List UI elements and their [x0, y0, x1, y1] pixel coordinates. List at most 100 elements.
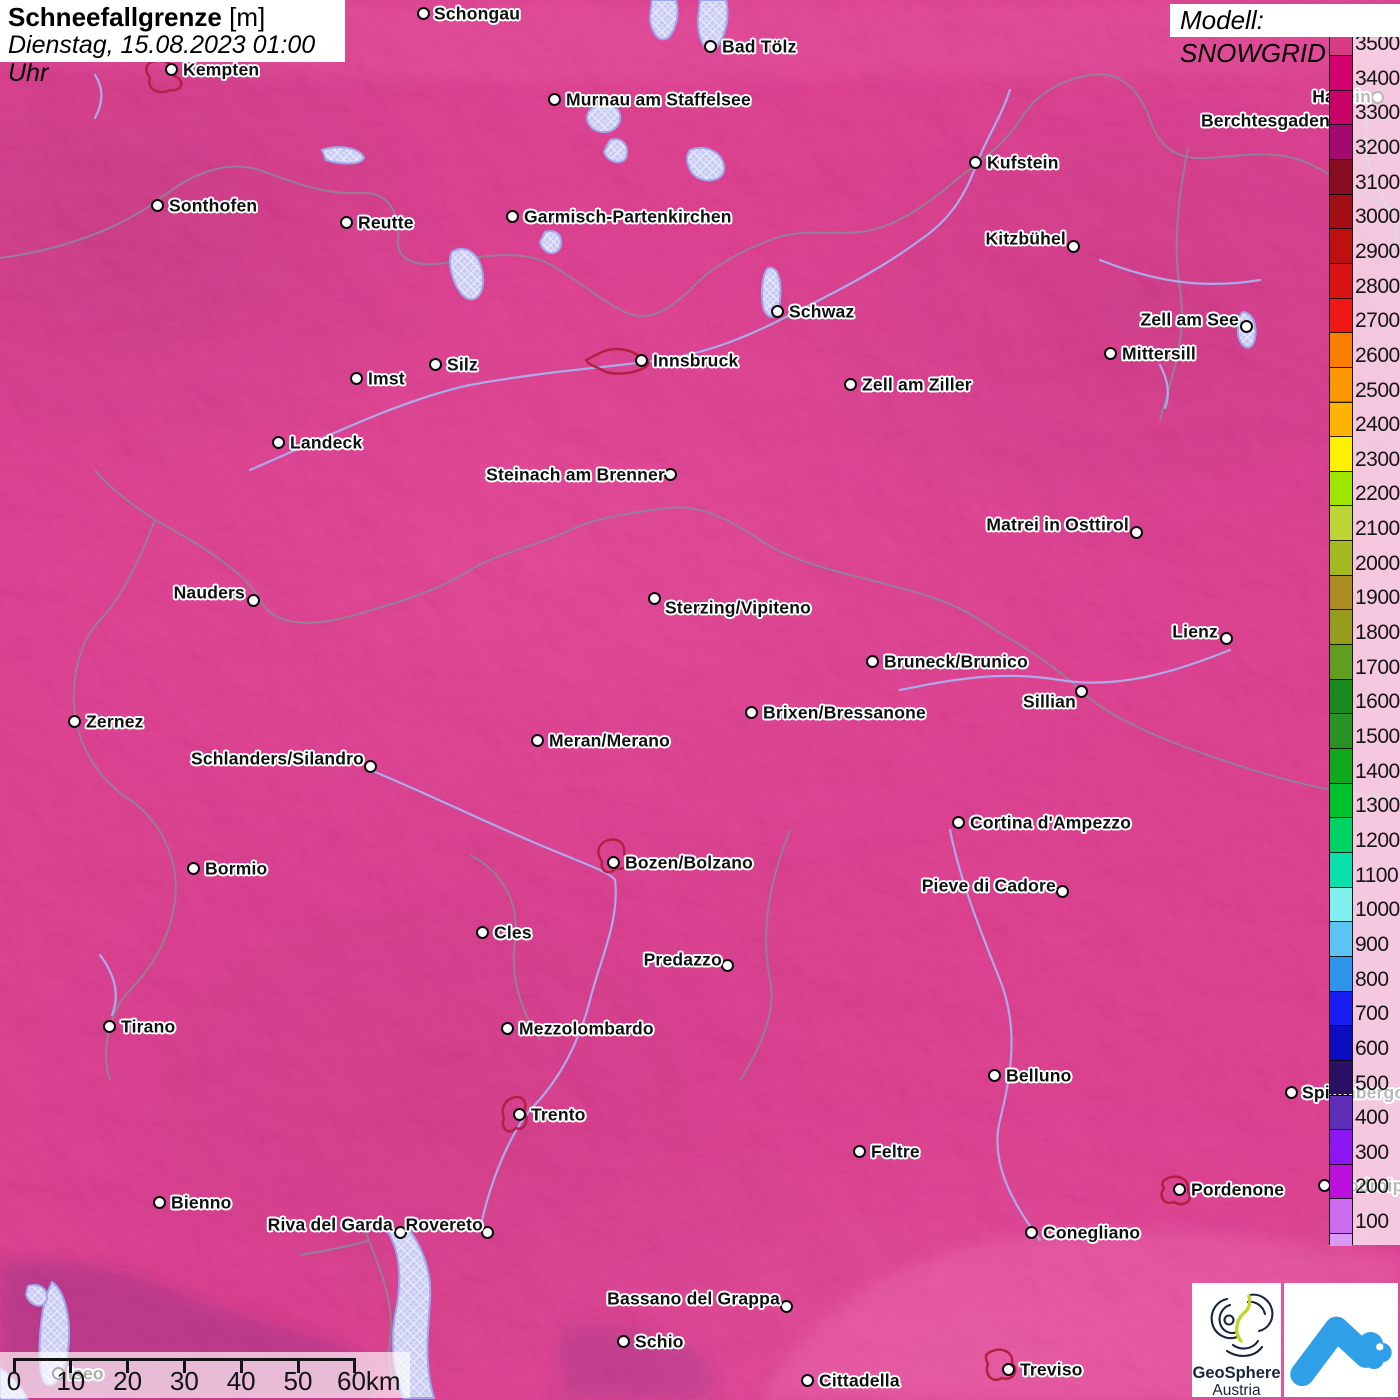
city-dot [364, 760, 377, 773]
city-dot [187, 862, 200, 875]
city-label: Sillian [1023, 691, 1076, 712]
scalebar-label: 50 [283, 1366, 313, 1396]
partner-logo-box [1284, 1283, 1398, 1397]
city-dot [1240, 320, 1253, 333]
legend-segment [1330, 817, 1352, 852]
city-label: Bormio [205, 858, 268, 879]
legend-segment [1330, 713, 1352, 748]
city-label: Kufstein [987, 152, 1059, 173]
city-label: Nauders [173, 582, 245, 603]
city-dot [771, 305, 784, 318]
page-title: Schneefallgrenze [m] [8, 2, 266, 32]
legend-tick-label: 1100 [1355, 863, 1399, 887]
city-dot [417, 7, 430, 20]
legend-segment [1330, 158, 1352, 194]
city-dot [1130, 526, 1143, 539]
city-dot [664, 468, 677, 481]
legend-tick-label: 2100 [1355, 517, 1400, 541]
city-label: Kitzbühel [985, 228, 1066, 249]
city-dot [607, 856, 620, 869]
legend-tick-label: 1300 [1355, 794, 1400, 818]
city-dot [1104, 347, 1117, 360]
title-unit: [m] [229, 2, 266, 32]
scalebar-label: 40 [226, 1366, 256, 1396]
legend-segment [1330, 228, 1352, 263]
city-dot [969, 156, 982, 169]
legend-tick-label: 3200 [1355, 135, 1400, 159]
legend-segment [1330, 262, 1352, 298]
city-dot [103, 1020, 116, 1033]
legend-tick-label: 2400 [1355, 413, 1400, 437]
legend-tick-label: 1700 [1355, 655, 1400, 679]
city-label: Garmisch-Partenkirchen [524, 206, 732, 227]
legend-segment [1330, 37, 1352, 55]
city-dot [1285, 1086, 1298, 1099]
city-label: Pordenone [1191, 1179, 1285, 1200]
title-datetime: Dienstag, 15.08.2023 01:00 Uhr [8, 31, 316, 87]
legend-tick-label: 3400 [1355, 66, 1400, 90]
city-dot [151, 199, 164, 212]
legend-segment [1330, 540, 1352, 575]
legend-segment [1330, 89, 1352, 125]
legend-tick-label: 1500 [1355, 725, 1400, 748]
city-dot [513, 1108, 526, 1121]
legend-tick-label: 700 [1355, 1002, 1389, 1026]
scalebar-label: 60km [337, 1366, 401, 1396]
legend-segment [1330, 505, 1352, 541]
legend-segment [1330, 574, 1352, 610]
legend-tick-label: 1600 [1355, 690, 1400, 714]
legend-segment [1330, 401, 1352, 437]
city-label: Bad Tölz [722, 36, 797, 57]
city-label: Bruneck/Brunico [884, 651, 1028, 672]
city-label: Matrei in Osttirol [986, 514, 1129, 535]
city-dot [1067, 240, 1080, 253]
legend-tick-label: 800 [1355, 967, 1389, 991]
legend-segment [1330, 609, 1352, 645]
legend-segment [1330, 124, 1352, 159]
city-dot [952, 816, 965, 829]
city-label: Berchtesgaden [1200, 110, 1330, 131]
city-label: Treviso [1020, 1359, 1083, 1380]
city-dot [745, 706, 758, 719]
city-label: Innsbruck [653, 350, 739, 371]
city-dot [721, 959, 734, 972]
city-label: Bassano del Grappa [607, 1288, 780, 1309]
city-label: Sonthofen [169, 195, 258, 216]
city-dot [648, 592, 661, 605]
city-label: Bienno [171, 1192, 232, 1213]
city-dot [1075, 685, 1088, 698]
legend-segment [1330, 1198, 1352, 1234]
city-label: Landeck [290, 432, 363, 453]
legend-tick-label: 200 [1355, 1175, 1389, 1199]
legend-tick-label: 1800 [1355, 621, 1400, 645]
city-label: Predazzo [643, 949, 722, 970]
city-label: Mezzolombardo [519, 1018, 654, 1039]
title-box: Schneefallgrenze [m] Dienstag, 15.08.202… [0, 0, 345, 87]
city-label: Meran/Merano [549, 730, 671, 751]
city-dot [476, 926, 489, 939]
city-dot [501, 1022, 514, 1035]
legend-segment [1330, 1163, 1352, 1199]
city-dot [1220, 632, 1233, 645]
legend-tick-label: 3100 [1355, 170, 1400, 194]
legend-tick-label: 2800 [1355, 274, 1400, 298]
city-dot [506, 210, 519, 223]
city-dot [866, 655, 879, 668]
geosphere-country: Austria [1212, 1382, 1261, 1399]
city-dot [801, 1374, 814, 1387]
city-label: Sterzing/Vipiteno [665, 597, 812, 618]
legend-segment [1330, 436, 1352, 471]
legend-segment [1330, 955, 1352, 991]
city-dot [635, 354, 648, 367]
city-label: Brixen/Bressanone [763, 702, 926, 723]
city-dot [350, 372, 363, 385]
legend-tick-label: 500 [1355, 1071, 1389, 1095]
city-label: Riva del Garda [267, 1214, 393, 1235]
city-dot [247, 594, 260, 607]
legend-tick-label: 900 [1355, 932, 1389, 956]
legend-segment [1330, 470, 1352, 506]
legend-tick-label: 1200 [1355, 828, 1400, 852]
legend-segment [1330, 332, 1352, 367]
cities-layer: Schongau Bad Tölz Kempten Murnau am Staffel… [0, 0, 1400, 1400]
geosphere-logo-icon [1210, 1293, 1273, 1357]
